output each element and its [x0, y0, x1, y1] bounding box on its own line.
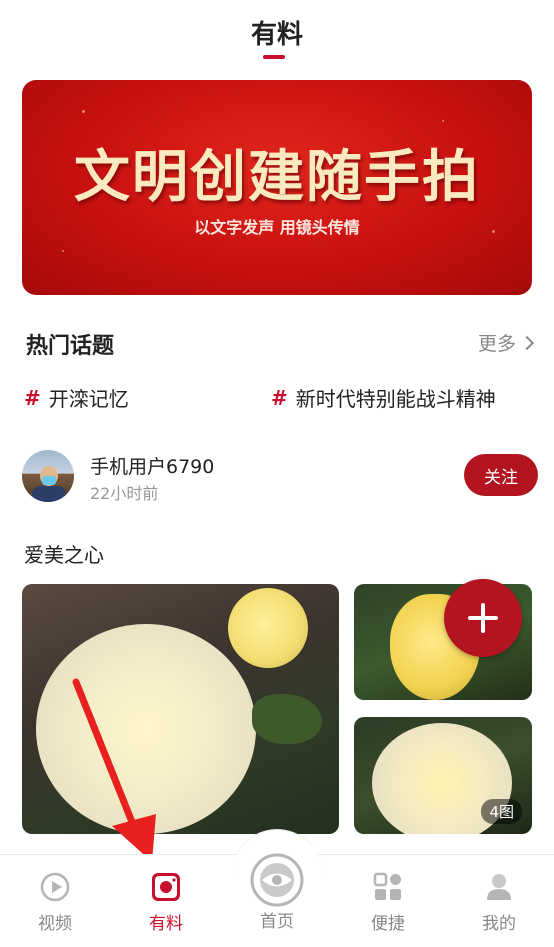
add-post-button[interactable] — [444, 579, 522, 657]
post-text: 爱美之心 — [24, 543, 104, 567]
grid-icon — [372, 871, 404, 903]
plus-icon-vertical — [481, 603, 485, 633]
username[interactable]: 手机用户6790 — [90, 452, 214, 479]
topic-label: 开滦记忆 — [48, 387, 129, 411]
leaf-image — [252, 694, 322, 744]
tab-label: 我的 — [482, 914, 516, 934]
follow-button[interactable]: 关注 — [464, 454, 538, 496]
camera-icon — [150, 871, 182, 903]
tab-label: 首页 — [260, 912, 294, 932]
tab-convenience[interactable]: 便捷 — [348, 871, 428, 934]
avatar-body — [32, 486, 66, 502]
post-photo[interactable] — [22, 584, 339, 834]
banner-sparkle — [62, 250, 64, 252]
banner-sparkle — [82, 110, 85, 113]
topic-label: 新时代特别能战斗精神 — [295, 387, 496, 411]
title-underline — [263, 55, 285, 59]
hash-icon: # — [271, 385, 288, 410]
hot-topics-header: 热门话题 更多 — [0, 320, 554, 364]
top-header: 有料 — [0, 0, 554, 70]
tab-video[interactable]: 视频 — [15, 871, 95, 934]
more-link[interactable]: 更多 — [477, 329, 535, 356]
tab-youliao[interactable]: 有料 — [126, 871, 206, 934]
rosebud-image — [228, 588, 308, 668]
user-icon — [483, 871, 515, 903]
avatar[interactable] — [22, 450, 74, 502]
tab-label: 便捷 — [371, 914, 405, 934]
more-label: 更多 — [477, 333, 516, 355]
tab-mine[interactable]: 我的 — [459, 871, 539, 934]
post-photo[interactable]: 4图 — [354, 717, 532, 834]
tab-label: 有料 — [149, 914, 183, 934]
tab-label: 视频 — [38, 914, 72, 934]
tab-home[interactable]: 首页 — [237, 853, 317, 932]
image-count-badge: 4图 — [481, 799, 522, 824]
banner-title: 文明创建随手拍 — [74, 145, 480, 210]
banner-subtitle: 以文字发声 用镜头传情 — [194, 218, 360, 237]
play-icon — [39, 871, 71, 903]
hash-icon: # — [24, 385, 41, 410]
avatar-mask — [42, 476, 56, 485]
topic-item[interactable]: # 新时代特别能战斗精神 — [271, 383, 496, 412]
post-author-row: 手机用户6790 22小时前 关注 — [22, 448, 538, 504]
page-title: 有料 — [250, 20, 303, 50]
hot-topics-title: 热门话题 — [26, 334, 115, 359]
topic-item[interactable]: # 开滦记忆 — [24, 383, 129, 412]
bottom-tab-bar: 视频 有料 首页 便捷 我的 — [0, 829, 554, 947]
banner-sparkle — [442, 120, 444, 122]
promo-banner[interactable]: 文明创建随手拍 以文字发声 用镜头传情 — [22, 80, 532, 295]
chevron-right-icon — [519, 335, 535, 350]
post-time: 22小时前 — [90, 484, 159, 503]
rose-image — [36, 624, 256, 834]
home-logo-icon — [250, 853, 304, 907]
